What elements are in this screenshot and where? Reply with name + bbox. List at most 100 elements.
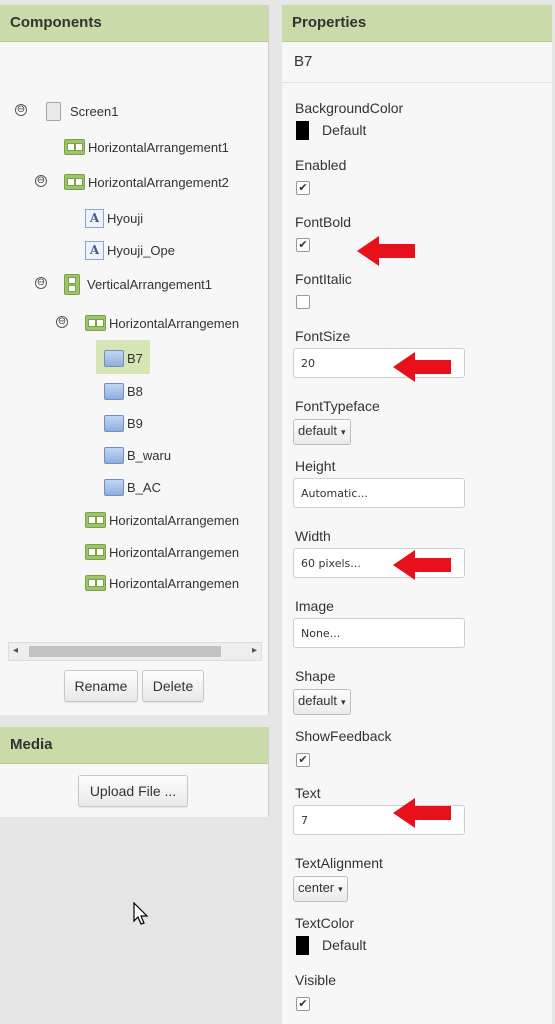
tree-item-label: HorizontalArrangemen bbox=[109, 575, 240, 591]
tree-item-label: HorizontalArrangemen bbox=[109, 315, 240, 331]
horizontal-arrangement-icon bbox=[85, 512, 106, 528]
tree-item-label: HorizontalArrangemen bbox=[109, 544, 240, 560]
tree-item-b9[interactable]: B9 bbox=[104, 412, 143, 434]
tree-item-screen1[interactable]: Screen1 bbox=[46, 100, 118, 122]
showfeedback-checkbox[interactable]: ✔ bbox=[296, 753, 310, 767]
tree-item-label: Hyouji_Ope bbox=[107, 242, 175, 258]
tree-item-label: B7 bbox=[127, 350, 143, 366]
shape-select[interactable]: default ▾ bbox=[293, 689, 351, 715]
media-header: Media bbox=[0, 727, 268, 764]
backgroundcolor-value[interactable]: Default bbox=[322, 122, 366, 138]
textcolor-swatch[interactable] bbox=[296, 936, 309, 955]
tree-item-horizontalarrangement[interactable]: HorizontalArrangemen bbox=[85, 572, 239, 594]
component-tree: ⊖ Screen1 HorizontalArrangement1 ⊖ Horiz… bbox=[0, 42, 268, 612]
button-icon bbox=[104, 414, 124, 432]
prop-label-textcolor: TextColor bbox=[295, 915, 355, 931]
collapse-verticalarrangement1-icon[interactable]: ⊖ bbox=[35, 277, 47, 289]
vertical-arrangement-icon bbox=[64, 273, 80, 295]
horizontal-arrangement-icon bbox=[85, 544, 106, 560]
button-icon bbox=[104, 382, 124, 400]
tree-item-label: B_AC bbox=[127, 479, 161, 495]
prop-label-image: Image bbox=[295, 598, 334, 614]
annotation-arrow-icon bbox=[357, 236, 415, 266]
tree-item-horizontalarrangement[interactable]: HorizontalArrangemen bbox=[85, 541, 239, 563]
tree-item-hyouji[interactable]: A Hyouji bbox=[85, 207, 143, 229]
prop-label-fonttypeface: FontTypeface bbox=[295, 398, 380, 414]
tree-item-label: B9 bbox=[127, 415, 143, 431]
rename-button[interactable]: Rename bbox=[64, 670, 138, 702]
prop-label-shape: Shape bbox=[295, 668, 336, 684]
label-icon: A bbox=[85, 208, 104, 228]
fonttypeface-select[interactable]: default ▾ bbox=[293, 419, 351, 445]
tree-item-horizontalarrangement[interactable]: HorizontalArrangemen bbox=[85, 312, 239, 334]
horizontal-arrangement-icon bbox=[85, 575, 106, 591]
prop-label-fontbold: FontBold bbox=[295, 214, 352, 230]
tree-item-hyouji-ope[interactable]: A Hyouji_Ope bbox=[85, 239, 175, 261]
components-panel: Components ⊖ Screen1 HorizontalArrangeme… bbox=[0, 5, 269, 715]
chevron-down-icon: ▾ bbox=[341, 697, 346, 707]
textalignment-value: center bbox=[298, 880, 335, 895]
fonttypeface-value: default bbox=[298, 423, 338, 438]
selected-component-name: B7 bbox=[282, 42, 552, 83]
collapse-screen1-icon[interactable]: ⊖ bbox=[15, 104, 27, 116]
button-icon bbox=[104, 349, 124, 367]
delete-button[interactable]: Delete bbox=[142, 670, 204, 702]
visible-checkbox[interactable]: ✔ bbox=[296, 997, 310, 1011]
label-icon: A bbox=[85, 240, 104, 260]
annotation-arrow-icon bbox=[393, 352, 451, 382]
annotation-arrow-icon bbox=[393, 798, 451, 828]
prop-label-text: Text bbox=[295, 785, 321, 801]
tree-item-horizontalarrangement2[interactable]: HorizontalArrangement2 bbox=[64, 171, 229, 193]
tree-item-label: B_waru bbox=[127, 447, 172, 463]
fontitalic-checkbox[interactable] bbox=[296, 295, 310, 309]
tree-item-label: Hyouji bbox=[107, 210, 144, 226]
prop-label-showfeedback: ShowFeedback bbox=[295, 728, 392, 744]
prop-label-backgroundcolor: BackgroundColor bbox=[295, 100, 404, 116]
tree-item-label: HorizontalArrangemen bbox=[109, 512, 240, 528]
components-header: Components bbox=[0, 5, 268, 42]
textalignment-select[interactable]: center ▾ bbox=[293, 876, 348, 902]
tree-item-b7[interactable]: B7 bbox=[104, 347, 143, 369]
upload-file-button[interactable]: Upload File ... bbox=[78, 775, 188, 807]
properties-header: Properties bbox=[282, 5, 552, 42]
tree-item-label: Screen1 bbox=[70, 103, 119, 119]
fontbold-checkbox[interactable]: ✔ bbox=[296, 238, 310, 252]
prop-label-fontitalic: FontItalic bbox=[295, 271, 352, 287]
button-icon bbox=[104, 478, 124, 496]
mouse-cursor-icon bbox=[133, 902, 149, 925]
screen-icon bbox=[46, 101, 61, 121]
tree-item-b-waru[interactable]: B_waru bbox=[104, 444, 171, 466]
button-icon bbox=[104, 446, 124, 464]
tree-item-label: HorizontalArrangement1 bbox=[88, 139, 229, 155]
collapse-horizontalarrangement-icon[interactable]: ⊖ bbox=[56, 316, 68, 328]
media-panel: Media Upload File ... bbox=[0, 727, 269, 817]
chevron-down-icon: ▾ bbox=[341, 427, 346, 437]
properties-panel: Properties B7 BackgroundColor Default En… bbox=[282, 5, 552, 1024]
tree-item-label: B8 bbox=[127, 383, 143, 399]
prop-label-fontsize: FontSize bbox=[295, 328, 351, 344]
textcolor-value[interactable]: Default bbox=[322, 937, 366, 953]
prop-label-visible: Visible bbox=[295, 972, 336, 988]
image-input[interactable]: None... bbox=[293, 618, 465, 648]
tree-item-horizontalarrangement1[interactable]: HorizontalArrangement1 bbox=[64, 136, 229, 158]
tree-item-label: VerticalArrangement1 bbox=[87, 276, 213, 292]
horizontal-arrangement-icon bbox=[64, 174, 85, 190]
tree-horizontal-scrollbar[interactable]: ◂ ▸ bbox=[8, 642, 262, 661]
prop-label-enabled: Enabled bbox=[295, 157, 347, 173]
annotation-arrow-icon bbox=[393, 550, 451, 580]
prop-label-textalignment: TextAlignment bbox=[295, 855, 383, 871]
height-input[interactable]: Automatic... bbox=[293, 478, 465, 508]
scrollbar-thumb[interactable] bbox=[29, 646, 221, 657]
tree-item-horizontalarrangement[interactable]: HorizontalArrangemen bbox=[85, 509, 239, 531]
prop-label-width: Width bbox=[295, 528, 331, 544]
scroll-right-icon[interactable]: ▸ bbox=[252, 645, 257, 656]
collapse-horizontalarrangement2-icon[interactable]: ⊖ bbox=[35, 175, 47, 187]
tree-item-b-ac[interactable]: B_AC bbox=[104, 476, 161, 498]
tree-item-verticalarrangement1[interactable]: VerticalArrangement1 bbox=[64, 273, 212, 295]
backgroundcolor-swatch[interactable] bbox=[296, 121, 309, 140]
enabled-checkbox[interactable]: ✔ bbox=[296, 181, 310, 195]
horizontal-arrangement-icon bbox=[85, 315, 106, 331]
scroll-left-icon[interactable]: ◂ bbox=[13, 645, 18, 656]
tree-item-b8[interactable]: B8 bbox=[104, 380, 143, 402]
prop-label-height: Height bbox=[295, 458, 336, 474]
